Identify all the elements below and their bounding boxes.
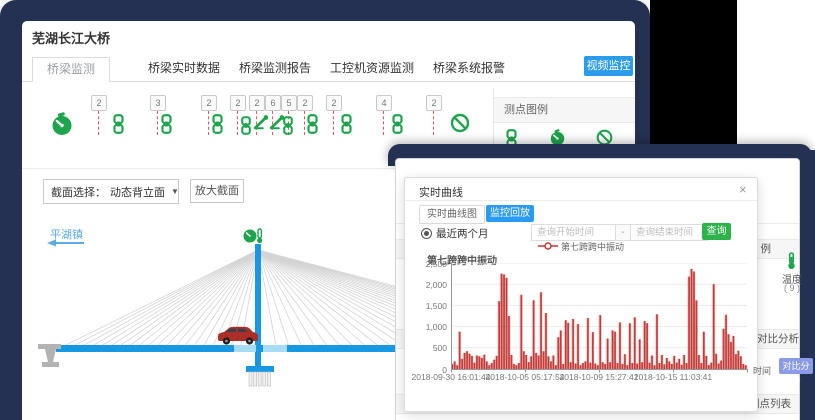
radio-dot <box>424 231 429 236</box>
query-button[interactable]: 查询 <box>702 223 731 240</box>
legend-marker-icon <box>538 242 558 250</box>
x-tick-label: 2018-10-15 11:03:41 <box>623 372 723 382</box>
realtime-curve-dialog: 实时曲线 × 实时曲线图 监控回放 最近两个月 - 查询 第七跨跨中振动 第七跨… <box>404 177 758 412</box>
close-icon[interactable]: × <box>739 184 747 196</box>
screen: 芜湖长江大桥 桥梁监测 桥梁实时数据 桥梁监测报告 工控机资源监测 桥梁系统报警… <box>0 0 815 420</box>
y-tick-label: 2,000 <box>407 280 447 290</box>
y-tick-label: 1,500 <box>407 301 447 311</box>
backdrop-black-area <box>650 0 737 152</box>
compare-analysis-button[interactable]: 对比分析 <box>779 358 813 374</box>
dialog-tab-realtime-curve[interactable]: 实时曲线图 <box>419 205 485 224</box>
section-select-label: 截面选择： <box>44 184 110 200</box>
range-separator: - <box>615 224 631 241</box>
y-tick-label: 500 <box>407 343 447 353</box>
enlarge-section-button[interactable]: 放大截面 <box>190 179 244 203</box>
temperature-count: ( 9 ) <box>778 283 806 293</box>
dialog-title-separator <box>405 200 757 201</box>
chart-legend[interactable]: 第七跨跨中振动 <box>521 241 641 251</box>
section-select-value: 动态背立面 <box>110 184 165 200</box>
legend-label: 第七跨跨中振动 <box>561 240 624 253</box>
query-end-time-input[interactable] <box>630 224 708 241</box>
last-two-months-radio[interactable] <box>421 228 432 239</box>
dialog-title: 实时曲线 <box>419 184 463 200</box>
vibration-chart <box>451 263 751 375</box>
x-axis-name: 时间 <box>753 364 771 377</box>
section-select[interactable]: 截面选择： 动态背立面 ▼ <box>43 179 179 204</box>
y-tick-label: 1,000 <box>407 322 447 332</box>
query-start-time-input[interactable] <box>531 224 616 241</box>
dialog-tab-monitor-playback[interactable]: 监控回放 <box>486 205 534 222</box>
last-two-months-label: 最近两个月 <box>436 226 489 241</box>
y-tick-label: 2,500 <box>407 259 447 269</box>
legend-panel-icons <box>0 0 650 146</box>
chevron-down-icon: ▼ <box>165 187 185 196</box>
